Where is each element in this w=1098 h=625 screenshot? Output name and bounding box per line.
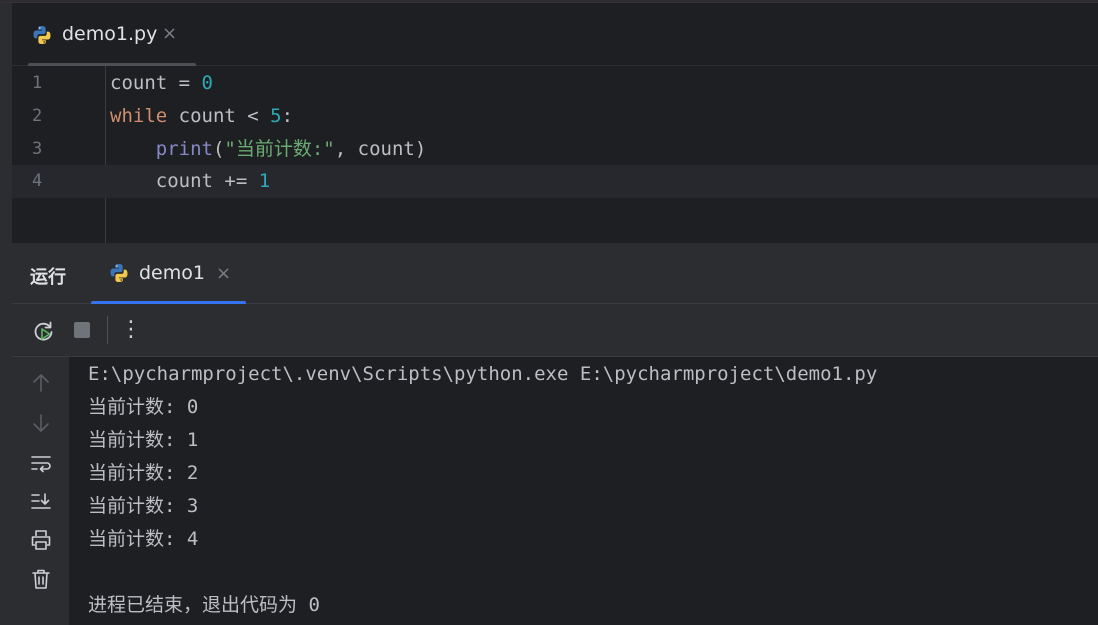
code-token-builtin: print bbox=[155, 138, 213, 160]
stop-icon[interactable] bbox=[70, 318, 94, 342]
console-line: 当前计数: 4 bbox=[88, 528, 199, 550]
tab-demo1-py[interactable]: demo1.py × bbox=[20, 3, 196, 67]
arrow-down-icon[interactable] bbox=[29, 411, 53, 435]
console-exit-line: 进程已结束，退出代码为 0 bbox=[88, 594, 320, 616]
code-line[interactable]: 1 count = 0 bbox=[12, 67, 1098, 100]
rerun-icon[interactable] bbox=[32, 318, 56, 342]
code-token: count < bbox=[167, 105, 271, 127]
code-token: += bbox=[212, 170, 259, 192]
python-icon bbox=[32, 25, 52, 45]
console-line: 当前计数: 2 bbox=[88, 462, 199, 484]
code-token: count bbox=[110, 72, 168, 94]
code-token: , count) bbox=[334, 138, 427, 160]
console-side-toolbar bbox=[12, 357, 69, 625]
code-line[interactable]: 2 while count < 5: bbox=[12, 100, 1098, 133]
code-token-number: 5 bbox=[270, 105, 282, 127]
toolbar-separator bbox=[107, 316, 108, 344]
console-output[interactable]: E:\pycharmproject\.venv\Scripts\python.e… bbox=[69, 357, 1098, 625]
close-tab-icon[interactable]: × bbox=[162, 23, 177, 44]
code-line-current[interactable]: 4 count += 1 bbox=[12, 165, 1098, 198]
run-tool-window-header: 运行 demo1 × bbox=[12, 243, 1098, 305]
run-toolbar: ⋮ bbox=[12, 304, 1098, 357]
scroll-to-end-icon[interactable] bbox=[29, 489, 53, 513]
line-number: 4 bbox=[32, 171, 43, 191]
code-editor[interactable]: 1 count = 0 2 while count < 5: 3 print("… bbox=[12, 66, 1098, 243]
run-tab-label: demo1 bbox=[139, 262, 205, 284]
code-token-keyword: while bbox=[110, 105, 168, 127]
code-token-string: "当前计数:" bbox=[224, 138, 335, 160]
code-token: = bbox=[167, 72, 202, 94]
code-token: ( bbox=[212, 138, 225, 160]
print-icon[interactable] bbox=[29, 528, 53, 552]
console-line: 当前计数: 1 bbox=[88, 429, 199, 451]
console-line: 当前计数: 0 bbox=[88, 396, 199, 418]
run-tab-demo1[interactable]: demo1 × bbox=[91, 243, 246, 305]
editor-tab-bar: demo1.py × bbox=[12, 3, 1098, 67]
console-line: 当前计数: 3 bbox=[88, 495, 199, 517]
python-icon bbox=[109, 263, 129, 283]
tab-filename: demo1.py bbox=[62, 23, 158, 45]
arrow-up-icon[interactable] bbox=[29, 371, 53, 395]
line-number: 3 bbox=[32, 139, 43, 159]
line-number: 1 bbox=[32, 73, 43, 93]
code-token-number: 0 bbox=[201, 72, 213, 94]
code-token: : bbox=[281, 105, 294, 127]
more-options-icon[interactable]: ⋮ bbox=[119, 318, 143, 342]
line-number: 2 bbox=[32, 106, 43, 126]
close-run-tab-icon[interactable]: × bbox=[216, 263, 231, 284]
left-strip bbox=[0, 0, 12, 625]
code-token: count bbox=[155, 170, 213, 192]
code-line[interactable]: 3 print("当前计数:", count) bbox=[12, 133, 1098, 166]
console-line: E:\pycharmproject\.venv\Scripts\python.e… bbox=[88, 363, 878, 385]
trash-icon[interactable] bbox=[29, 567, 53, 591]
run-tool-window-title: 运行 bbox=[30, 267, 66, 288]
code-token-number: 1 bbox=[258, 170, 271, 192]
soft-wrap-icon[interactable] bbox=[29, 451, 53, 475]
